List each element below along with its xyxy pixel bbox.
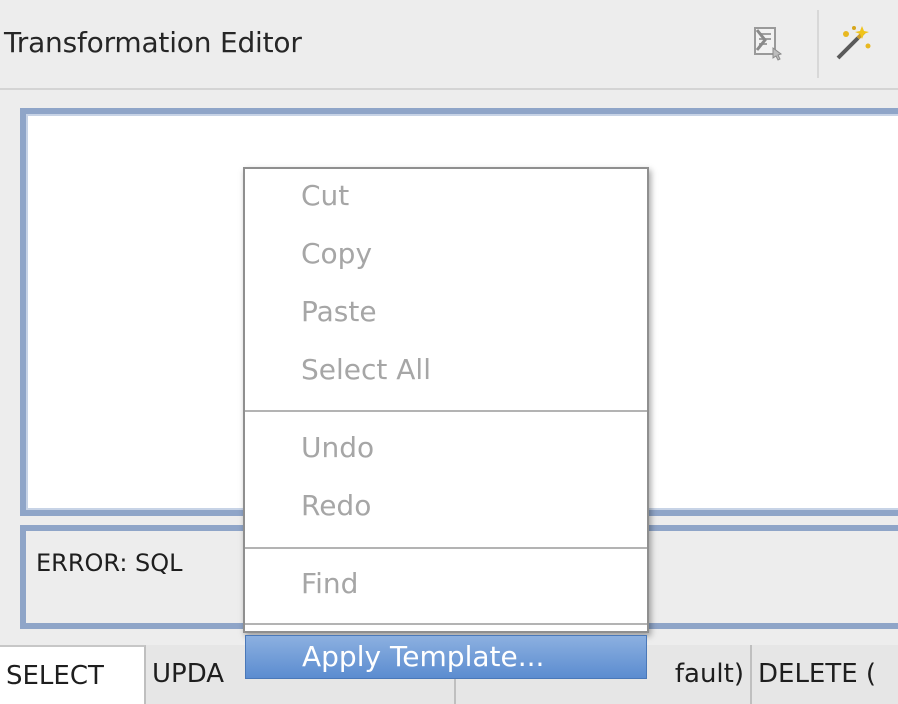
context-menu: Cut Copy Paste Select All Undo Redo Find… [243, 167, 649, 679]
menu-item-apply-template[interactable]: Apply Template... [245, 635, 647, 679]
menu-separator [245, 410, 647, 412]
tab-delete[interactable]: DELETE ( [752, 645, 898, 704]
menu-item-cut[interactable]: Cut [245, 169, 647, 223]
query-builder-icon[interactable] [747, 22, 789, 64]
tab-select[interactable]: SELECT [0, 645, 146, 704]
wand-icon[interactable] [832, 22, 874, 64]
menu-item-paste[interactable]: Paste [245, 285, 647, 339]
toolbar-separator [817, 10, 819, 78]
error-message: ERROR: SQL [36, 549, 183, 577]
menu-item-select-all[interactable]: Select All [245, 343, 647, 397]
panel-title: Transformation Editor [4, 26, 302, 59]
menu-item-redo[interactable]: Redo [245, 479, 647, 533]
menu-separator [245, 623, 647, 625]
editor-header: Transformation Editor [0, 0, 898, 90]
menu-item-copy[interactable]: Copy [245, 227, 647, 281]
menu-item-find[interactable]: Find [245, 557, 647, 611]
menu-item-undo[interactable]: Undo [245, 421, 647, 475]
menu-separator [245, 547, 647, 549]
